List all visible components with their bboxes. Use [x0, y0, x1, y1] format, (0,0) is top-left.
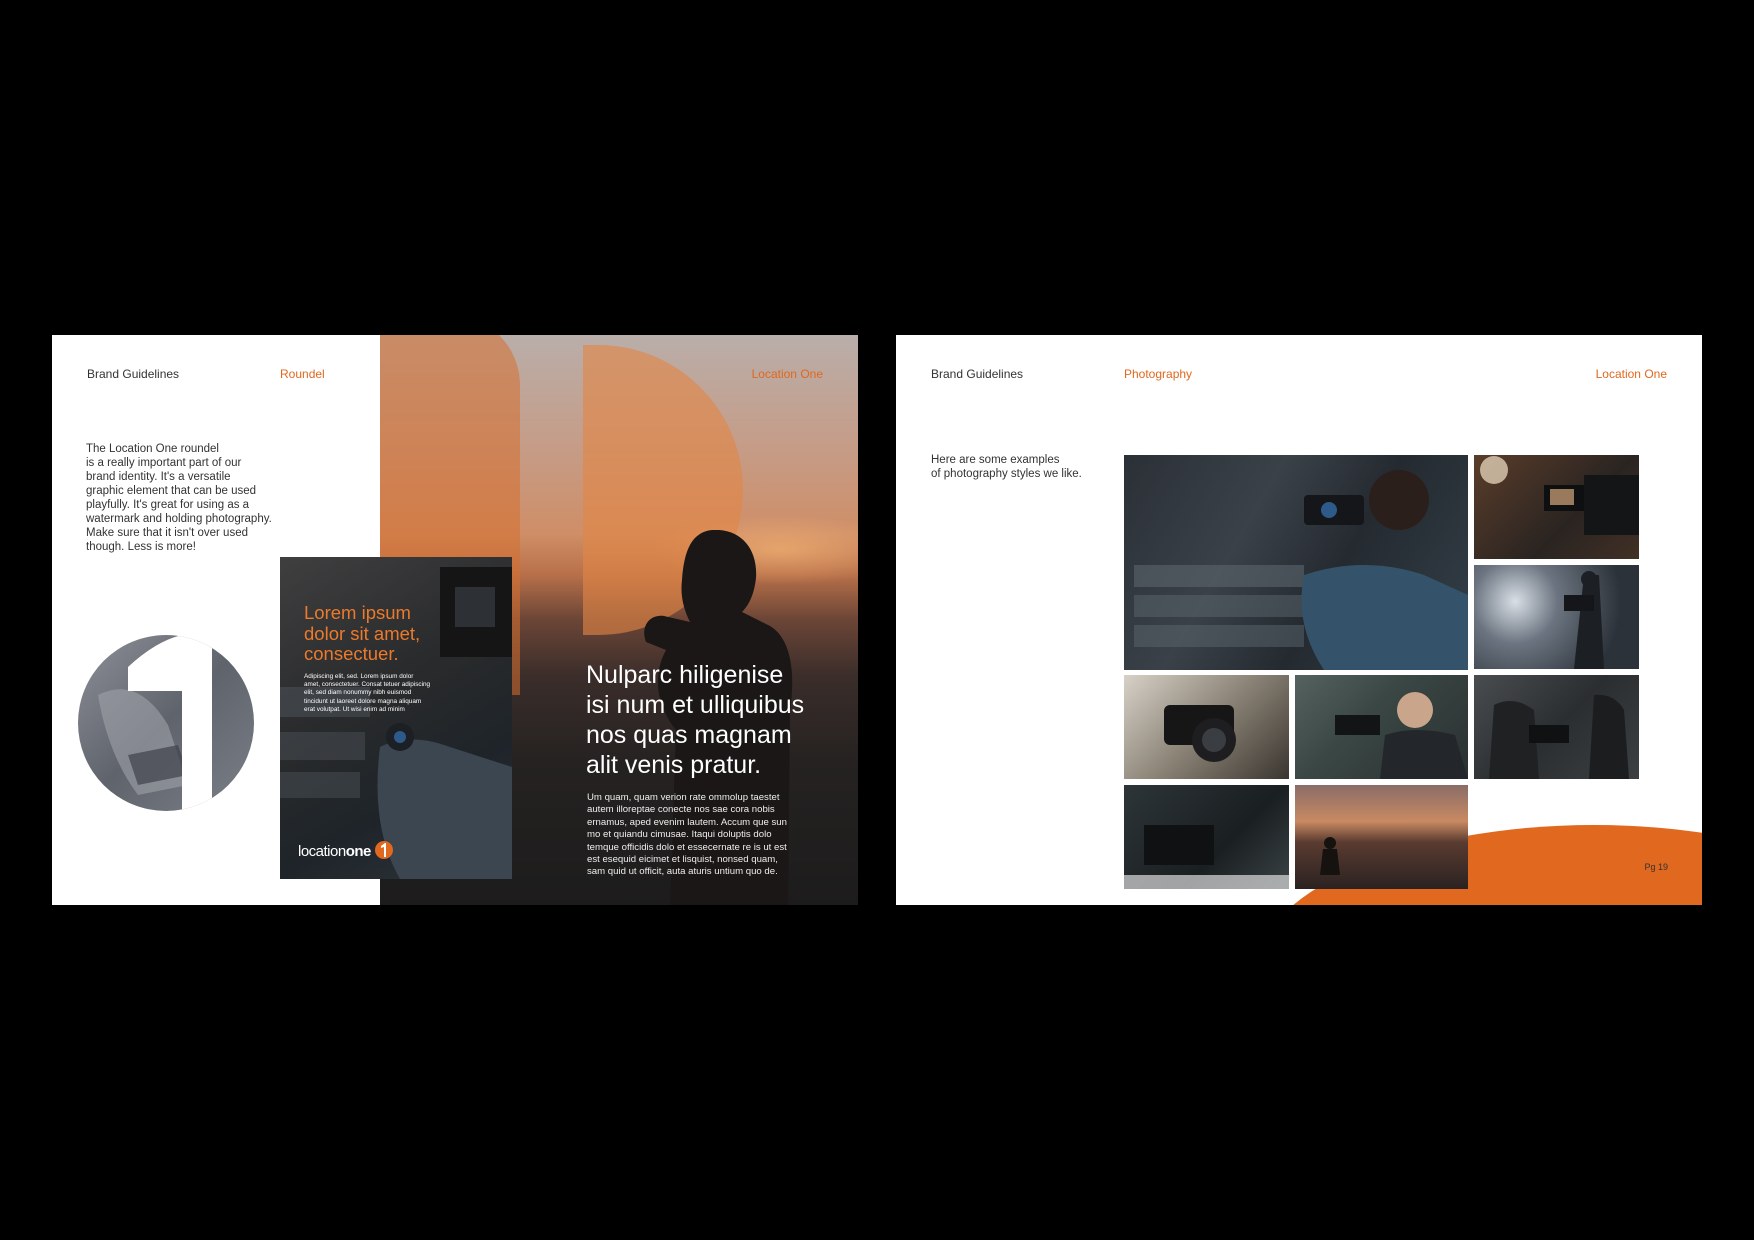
photo-content — [1480, 456, 1639, 535]
intro-line: watermark and holding photography. — [86, 513, 272, 525]
intro-line: though. Less is more! — [86, 541, 196, 553]
intro-line: Make sure that it isn't over used — [86, 527, 248, 539]
poster-body-line: tincidunt ut laoreet dolore magna aliqua… — [304, 697, 422, 705]
photo-content — [1564, 571, 1604, 669]
logo-text-bold: one — [345, 843, 372, 860]
hero-body-line: mo et quiandu cimusae. Itaqui doluptis d… — [587, 829, 772, 841]
hero-body-line: autem illoreptae conecte nos sae cora no… — [587, 804, 775, 816]
hero-body-text: Um quam, quam verion rate ommolup taeste… — [587, 792, 812, 879]
poster-headline: Lorem ipsum dolor sit amet, consectuer. — [304, 602, 454, 665]
hero-headline: Nulparc hiligenise isi num et ulliquibus… — [586, 660, 846, 780]
photo-camera-rig — [1124, 785, 1289, 889]
hero-body-line: est esequid eicimet et lisquist, nonsed … — [587, 854, 778, 866]
roundel-page: Brand Guidelines Roundel The Location On… — [52, 335, 858, 905]
page-number: Pg 19 — [1644, 862, 1668, 872]
header-brand-guidelines: Brand Guidelines — [931, 367, 1024, 381]
photo-studio-camera — [1474, 455, 1639, 559]
header-section-title: Roundel — [280, 367, 325, 381]
poster-body-line: amet, consectetuer. Consat tetuer adipis… — [304, 681, 431, 689]
hero-body-line: sam quid ut officit, auta aturis untium … — [587, 866, 778, 878]
hero-headline-line: nos quas magnam — [586, 721, 792, 749]
photo-content — [1320, 837, 1340, 875]
photo-content — [1124, 825, 1289, 889]
intro-line: is a really important part of our — [86, 457, 242, 469]
roundel-icon — [374, 841, 393, 859]
hero-headline-line: isi num et ulliquibus — [586, 691, 805, 719]
photo-content — [1335, 692, 1468, 779]
hero-body-line: ernamus, aped evenim lautem. Accum que s… — [587, 816, 787, 828]
poster-headline-line: consectuer. — [304, 643, 399, 664]
intro-line: brand identity. It's a versatile — [86, 471, 231, 483]
intro-line: graphic element that can be used — [86, 485, 257, 497]
photo-camera-closeup — [1124, 675, 1289, 779]
roundel-intro-text: The Location One roundel is a really imp… — [86, 442, 286, 554]
header-section-title: Photography — [1124, 367, 1193, 381]
intro-line: playfully. It's great for using as a — [86, 499, 250, 511]
hero-headline-line: alit venis pratur. — [586, 751, 762, 779]
hero-body-line: Um quam, quam verion rate ommolup taeste… — [587, 792, 780, 803]
hero-body-line: temque officidis dolo et essecernate re … — [587, 841, 787, 853]
logo-text-light: location — [298, 843, 346, 860]
poster-headline-line: Lorem ipsum — [304, 602, 411, 623]
header-location-one: Location One — [751, 367, 823, 381]
hero-headline-line: Nulparc hiligenise — [586, 661, 784, 689]
poster-body: Adipiscing elit, sed. Lorem ipsum dolor … — [304, 673, 444, 714]
poster-body-line: erat volutpat. Ut wisi enim ad minim — [304, 705, 405, 713]
poster-headline-line: dolor sit amet, — [304, 622, 421, 644]
poster-mockup: Lorem ipsum dolor sit amet, consectuer. … — [280, 557, 512, 879]
location-one-logo: locationone — [298, 841, 393, 860]
header-location-one: Location One — [1595, 367, 1667, 381]
photo-operator-mask — [1295, 675, 1468, 779]
intro-line: The Location One roundel — [86, 443, 219, 455]
photography-intro-text: Here are some examples of photography st… — [931, 453, 1121, 481]
intro-line: Here are some examples — [931, 454, 1060, 466]
photo-crew-shoot — [1474, 675, 1639, 779]
photo-content — [1164, 705, 1236, 762]
photo-camera-operator-stairs — [1124, 455, 1468, 670]
photo-backlit-operator — [1474, 565, 1639, 669]
header-brand-guidelines: Brand Guidelines — [87, 367, 180, 381]
poster-body-line: elit, sed diam nonummy nibh euismod — [304, 689, 412, 697]
intro-line: of photography styles we like. — [931, 468, 1082, 480]
photo-content — [1489, 694, 1629, 779]
photo-sunset-silhouette — [1295, 785, 1468, 889]
photography-page: Brand Guidelines Photography Location On… — [896, 335, 1702, 905]
roundel-photo-example — [78, 635, 254, 811]
photo-content — [1134, 470, 1468, 670]
poster-body-line: Adipiscing elit, sed. Lorem ipsum dolor — [304, 673, 414, 680]
